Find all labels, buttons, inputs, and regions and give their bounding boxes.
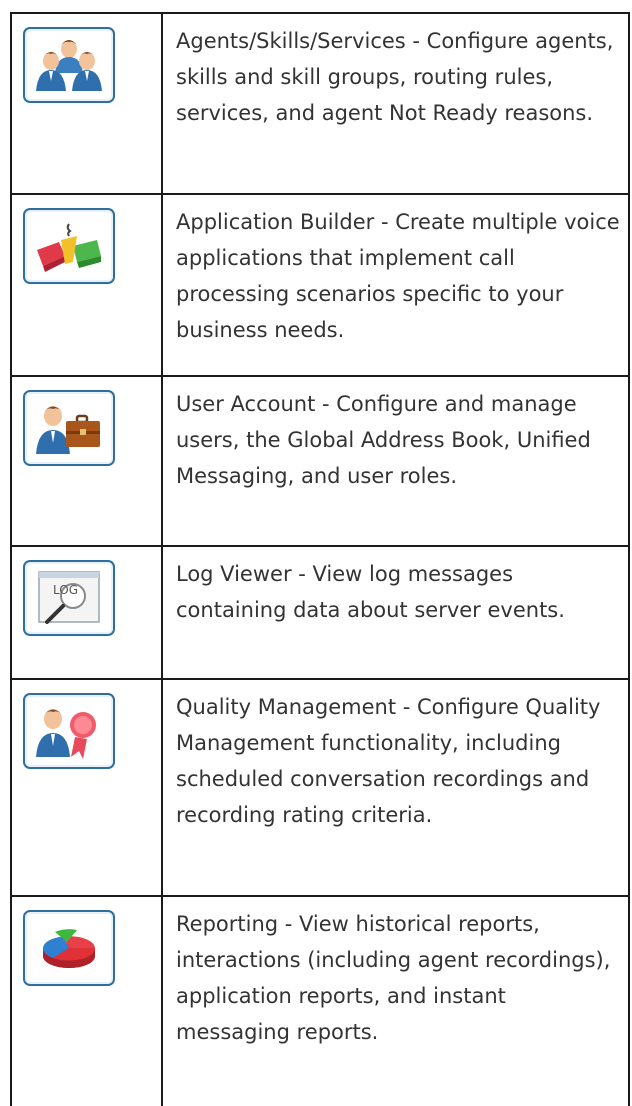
log-viewer-icon-graphic: LOG: [38, 571, 100, 624]
application-builder-icon-graphic: [37, 223, 101, 272]
row-description: User Account - Configure and manage user…: [176, 392, 591, 488]
quality-management-icon-graphic: [36, 709, 96, 759]
row-description: Application Builder - Create multiple vo…: [176, 210, 620, 342]
row-description: Agents/Skills/Services - Configure agent…: [176, 29, 614, 125]
log-viewer-icon[interactable]: LOG: [23, 560, 115, 636]
agents-icon-graphic: [36, 40, 102, 91]
row-description: Log Viewer - View log messages containin…: [176, 562, 565, 622]
log-icon-label: LOG: [53, 583, 78, 597]
agents-icon[interactable]: [23, 27, 115, 103]
table-row: Reporting - View historical reports, int…: [10, 895, 630, 1106]
user-account-icon-graphic: [36, 406, 100, 454]
feature-table: Agents/Skills/Services - Configure agent…: [10, 12, 630, 1106]
application-builder-icon[interactable]: [23, 208, 115, 284]
reporting-icon-graphic: [42, 929, 96, 968]
table-row: User Account - Configure and manage user…: [10, 375, 630, 545]
user-account-icon[interactable]: [23, 390, 115, 466]
table-row: LOG Log Viewer - View log messages conta…: [10, 545, 630, 678]
quality-management-icon[interactable]: [23, 693, 115, 769]
table-row: Application Builder - Create multiple vo…: [10, 193, 630, 375]
row-description: Quality Management - Configure Quality M…: [176, 695, 601, 827]
table-row: Quality Management - Configure Quality M…: [10, 678, 630, 895]
row-description: Reporting - View historical reports, int…: [176, 912, 611, 1044]
reporting-icon[interactable]: [23, 910, 115, 986]
table-row: Agents/Skills/Services - Configure agent…: [10, 12, 630, 193]
